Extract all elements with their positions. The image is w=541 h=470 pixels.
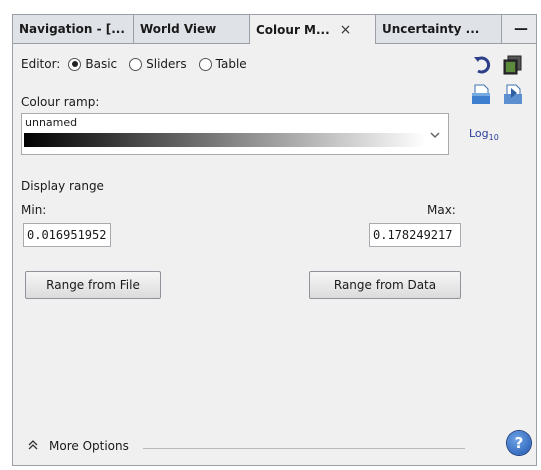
radio-basic[interactable] [68,57,82,71]
display-range-heading: Display range [21,179,104,193]
radio-table-label[interactable]: Table [216,57,247,71]
max-label: Max: [427,203,456,217]
help-glyph: ? [514,434,524,452]
more-options-toggle[interactable]: More Options [49,439,129,453]
tab-label: Navigation - [... [19,22,125,36]
max-field[interactable]: 0.178249217 [369,223,461,247]
ramp-name: unnamed [25,116,78,129]
reset-icon[interactable] [471,53,495,77]
copy-icon[interactable] [501,53,525,77]
radio-sliders-label[interactable]: Sliders [146,57,186,71]
min-field[interactable]: 0.016951952 [23,223,111,247]
range-from-data-button[interactable]: Range from Data [309,271,461,299]
tab-label: Uncertainty ... [382,22,480,36]
tab-uncertainty[interactable]: Uncertainty ... [376,15,502,43]
colour-ramp-select[interactable]: unnamed [21,113,449,155]
editor-row: Editor: Basic Sliders Table [21,57,247,71]
tab-label: Colour M... [256,22,330,37]
panel-menu-button[interactable]: — [506,15,536,43]
tab-navigation[interactable]: Navigation - [... [13,15,134,43]
footer-divider [143,448,465,449]
tab-label: World View [140,22,217,36]
chevron-down-icon[interactable] [428,128,442,142]
log-label: Log [469,127,489,140]
colour-map-panel: Navigation - [... World View Colour M...… [12,14,537,466]
close-icon[interactable]: × [340,22,352,38]
tab-bar: Navigation - [... World View Colour M...… [13,15,536,44]
editor-label: Editor: [21,57,61,71]
radio-sliders[interactable] [129,57,143,71]
radio-table[interactable] [198,57,212,71]
help-icon[interactable]: ? [507,431,531,455]
tab-world-view[interactable]: World View [134,15,250,43]
min-label: Min: [21,203,47,217]
ramp-gradient [24,133,426,147]
expand-icon[interactable] [27,439,39,451]
save-icon[interactable] [501,83,525,107]
log10-toggle[interactable]: Log10 [469,127,499,142]
range-from-file-button[interactable]: Range from File [25,271,161,299]
open-file-icon[interactable] [469,83,493,107]
colour-ramp-label: Colour ramp: [21,95,100,109]
tab-colour-map[interactable]: Colour M... × [250,15,376,44]
log-subscript: 10 [488,133,499,143]
radio-basic-label[interactable]: Basic [85,57,117,71]
